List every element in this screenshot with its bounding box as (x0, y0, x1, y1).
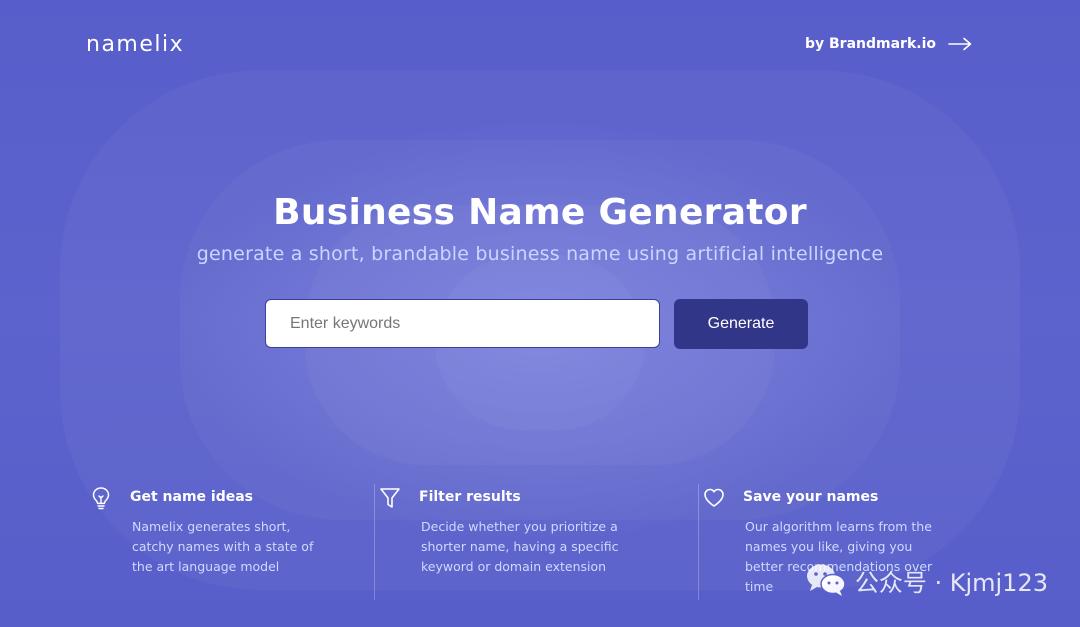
search-form: Generate (265, 299, 808, 349)
page-subtitle: generate a short, brandable business nam… (196, 243, 884, 265)
namelix-logo[interactable]: namelix (86, 32, 184, 57)
feature-get-name-ideas: Get name ideas Namelix generates short, … (86, 484, 374, 600)
feature-description: Namelix generates short, catchy names wi… (132, 519, 314, 574)
feature-title: Save your names (743, 489, 879, 505)
feature-title: Get name ideas (130, 489, 254, 505)
generate-button[interactable]: Generate (674, 299, 808, 349)
feature-title: Filter results (419, 489, 521, 505)
brandmark-link[interactable]: by Brandmark.io (805, 36, 972, 52)
filter-icon (380, 488, 400, 508)
lightbulb-icon (92, 487, 110, 510)
page-title: Business Name Generator (273, 192, 807, 233)
arrow-right-icon (948, 37, 972, 51)
hero-section: Business Name Generator generate a short… (0, 192, 1080, 265)
wechat-watermark: 公众号 · Kjmj123 (805, 562, 1048, 598)
feature-description: Decide whether you prioritize a shorter … (421, 519, 619, 574)
keywords-input[interactable] (265, 299, 660, 348)
feature-filter-results: Filter results Decide whether you priori… (375, 484, 698, 600)
heart-icon (704, 488, 724, 507)
wechat-icon (806, 564, 846, 596)
brandmark-link-label: by Brandmark.io (804, 36, 936, 52)
top-header: namelix by Brandmark.io (86, 28, 972, 60)
watermark-text: 公众号 · Kjmj123 (854, 568, 1048, 597)
